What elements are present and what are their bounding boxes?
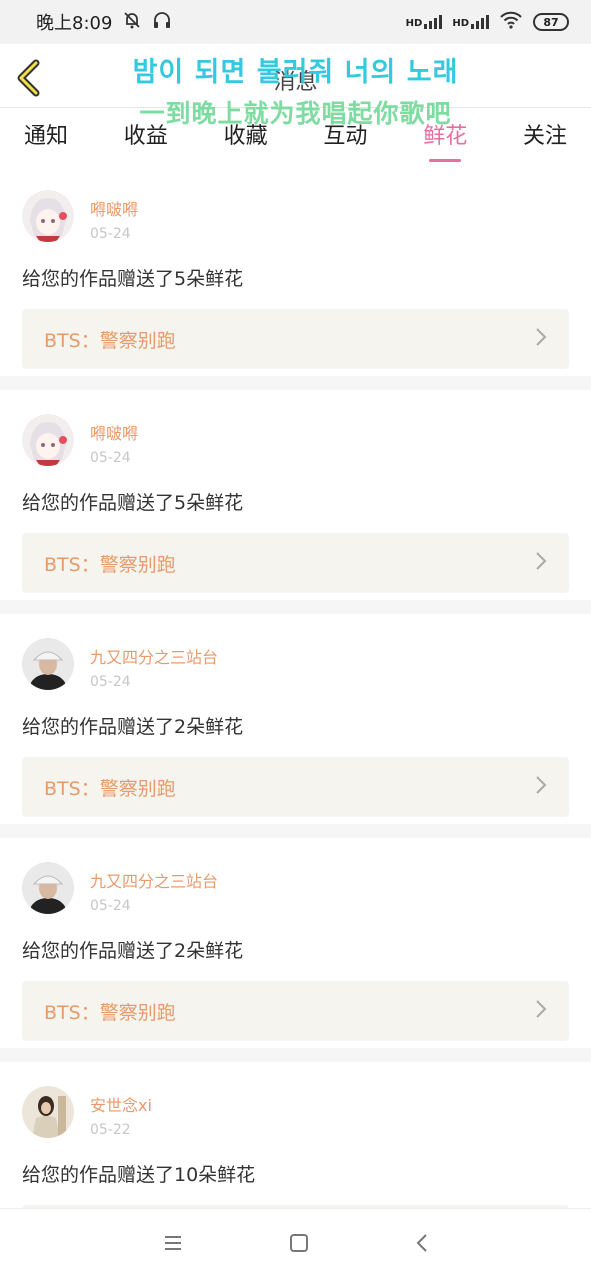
message-text: 给您的作品赠送了5朵鲜花 <box>22 268 244 290</box>
timestamp: 05-24 <box>90 226 131 242</box>
work-title: BTS：警察别跑 <box>44 1001 176 1024</box>
avatar[interactable] <box>22 638 74 690</box>
battery-indicator: 87 <box>533 13 569 31</box>
signal-icon: HD <box>406 15 443 29</box>
chevron-right-icon <box>535 551 547 575</box>
work-link[interactable]: BTS：警察别跑 <box>22 757 569 817</box>
timestamp: 05-22 <box>90 1122 131 1138</box>
mute-bell-icon <box>122 10 142 35</box>
work-link[interactable]: BTS：警察别跑 <box>22 309 569 369</box>
avatar[interactable] <box>22 1086 74 1138</box>
tab-earnings[interactable]: 收益 <box>124 118 168 150</box>
message-text: 给您的作品赠送了2朵鲜花 <box>22 716 244 738</box>
home-icon[interactable] <box>289 1233 309 1257</box>
work-link[interactable]: BTS：警察别跑 <box>22 981 569 1041</box>
net-label-1: HD <box>405 18 423 29</box>
wifi-icon <box>499 10 523 35</box>
avatar[interactable] <box>22 414 74 466</box>
header: 消息 밤이 되면 불러줘 너의 노래 一到晚上就为我唱起你歌吧 <box>0 44 591 128</box>
work-link[interactable]: BTS：警察别跑 <box>22 533 569 593</box>
work-title: BTS：警察别跑 <box>44 777 176 800</box>
menu-icon[interactable] <box>163 1234 183 1256</box>
work-title: BTS：警察别跑 <box>44 329 176 352</box>
chevron-right-icon <box>535 775 547 799</box>
message-text: 给您的作品赠送了10朵鲜花 <box>22 1164 256 1186</box>
message-text: 给您的作品赠送了5朵鲜花 <box>22 492 244 514</box>
headphones-icon <box>152 10 172 35</box>
list-item: 九又四分之三站台 05-24 给您的作品赠送了2朵鲜花 BTS：警察别跑 <box>0 838 591 1062</box>
username[interactable]: 九又四分之三站台 <box>90 644 218 668</box>
username[interactable]: 九又四分之三站台 <box>90 868 218 892</box>
username[interactable]: 嘚啵嘚 <box>90 196 138 220</box>
back-icon[interactable] <box>415 1233 429 1257</box>
tab-flowers[interactable]: 鲜花 <box>423 118 467 162</box>
list-item: 嘚啵嘚 05-24 给您的作品赠送了5朵鲜花 BTS：警察别跑 <box>0 166 591 390</box>
list-item: 九又四分之三站台 05-24 给您的作品赠送了2朵鲜花 BTS：警察别跑 <box>0 614 591 838</box>
username[interactable]: 嘚啵嘚 <box>90 420 138 444</box>
lyric-overlay-korean: 밤이 되면 불러줘 너의 노래 <box>132 57 459 88</box>
status-bar: 晚上8:09 HD HD 87 <box>0 0 591 44</box>
timestamp: 05-24 <box>90 674 131 690</box>
signal-icon-2: HD <box>452 15 489 29</box>
net-label-2: HD <box>452 18 469 29</box>
chevron-right-icon <box>535 327 547 351</box>
lyric-overlay-chinese: 一到晚上就为我唱起你歌吧 <box>139 99 452 128</box>
message-text: 给您的作品赠送了2朵鲜花 <box>22 940 244 962</box>
avatar[interactable] <box>22 190 74 242</box>
tab-follow[interactable]: 关注 <box>523 118 567 150</box>
tab-notifications[interactable]: 通知 <box>24 118 68 150</box>
chevron-right-icon <box>535 999 547 1023</box>
status-time: 晚上8:09 <box>36 13 113 34</box>
system-nav-bar <box>0 1208 591 1280</box>
list-item: 嘚啵嘚 05-24 给您的作品赠送了5朵鲜花 BTS：警察别跑 <box>0 390 591 614</box>
work-title: BTS：警察别跑 <box>44 553 176 576</box>
username[interactable]: 安世念xi <box>90 1092 152 1116</box>
timestamp: 05-24 <box>90 450 131 466</box>
flower-message-list: 嘚啵嘚 05-24 给您的作品赠送了5朵鲜花 BTS：警察别跑 嘚啵嘚 05-2… <box>0 166 591 1286</box>
avatar[interactable] <box>22 862 74 914</box>
tab-interactions[interactable]: 互动 <box>323 118 367 150</box>
tab-favorites[interactable]: 收藏 <box>224 118 268 150</box>
timestamp: 05-24 <box>90 898 131 914</box>
